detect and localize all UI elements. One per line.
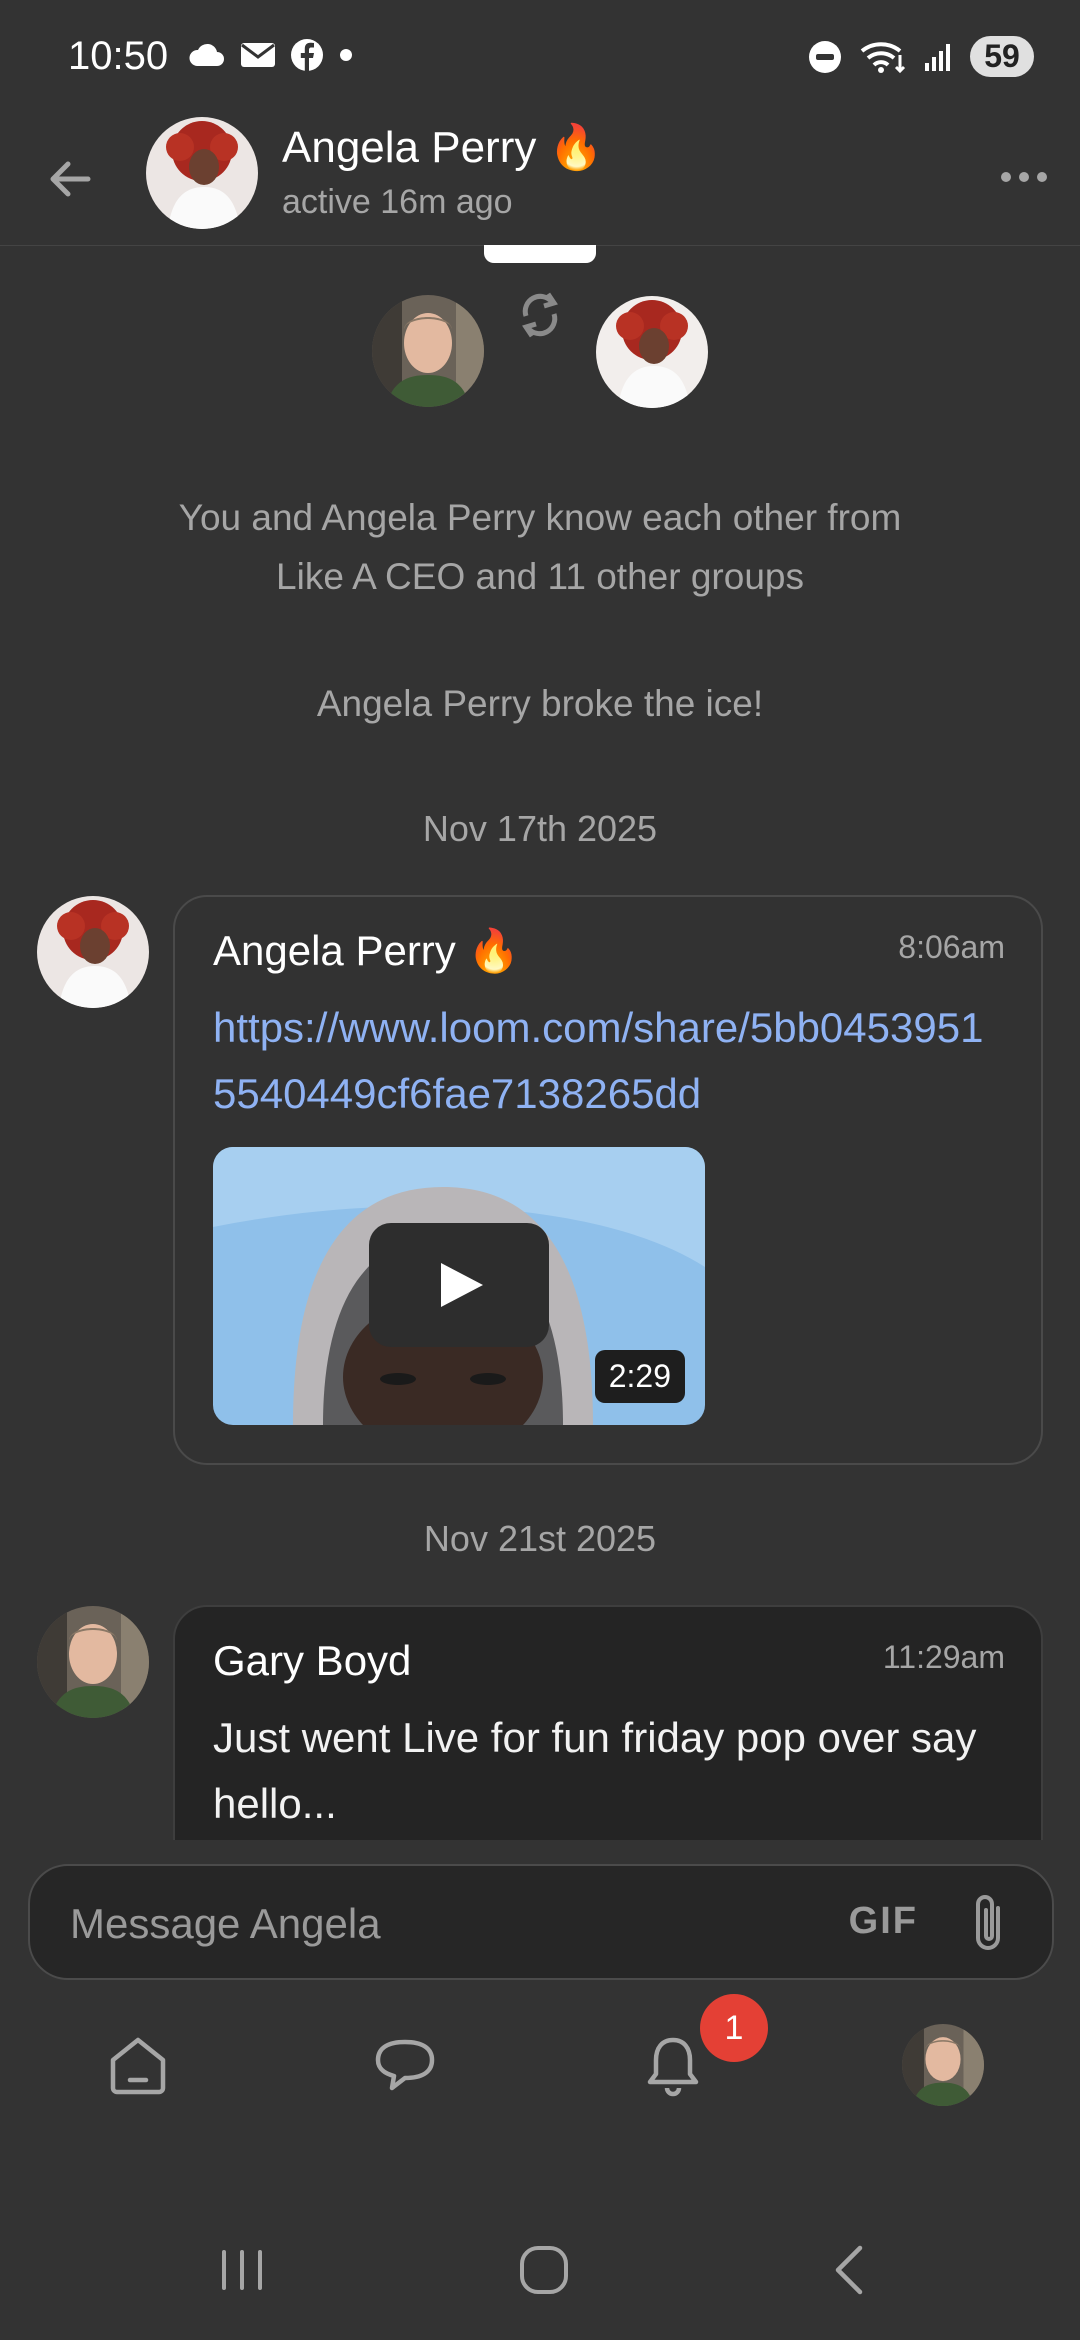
message-bubble: Angela Perry 🔥 8:06am https://www.loom.c…: [173, 895, 1043, 1465]
back-arrow-icon[interactable]: [40, 149, 100, 209]
message-link[interactable]: https://www.loom.com/share/5bb0453951554…: [213, 995, 1003, 1127]
signal-icon: [925, 43, 950, 71]
system-navigation-bar: [0, 2220, 1080, 2340]
dnd-icon: [809, 40, 841, 73]
date-separator: Nov 17th 2025: [422, 808, 658, 849]
status-icons-right: 59: [808, 36, 1034, 77]
contact-avatar-intro: [596, 296, 708, 408]
contact-avatar[interactable]: [146, 117, 258, 229]
shared-groups-line1: You and Angela Perry know each other fro…: [178, 497, 902, 538]
battery-level: 59: [970, 36, 1034, 77]
composer-bar: Message Angela GIF: [0, 1840, 1080, 1980]
my-avatar: [372, 295, 484, 407]
play-button[interactable]: [369, 1223, 549, 1347]
sync-icon: [522, 292, 558, 338]
home-icon[interactable]: [103, 2030, 173, 2100]
more-options-icon[interactable]: [994, 157, 1054, 197]
gif-button[interactable]: GIF: [849, 1900, 918, 1943]
shared-groups-text: You and Angela Perry know each other fro…: [0, 488, 1080, 606]
scroll-indicator: [484, 245, 596, 263]
conversation-header: Angela Perry 🔥 active 16m ago: [0, 115, 1080, 246]
video-thumbnail[interactable]: 2:29: [213, 1147, 705, 1425]
message-author: Angela Perry 🔥: [213, 927, 520, 974]
back-system-icon[interactable]: [820, 2238, 880, 2302]
video-duration: 2:29: [594, 1350, 685, 1403]
date-separator: Nov 21st 2025: [423, 1518, 657, 1559]
message-time: 8:06am: [898, 929, 1005, 965]
mail-icon: [241, 43, 275, 67]
status-bar: 10:50 59: [0, 0, 1080, 120]
icebreaker-text: Angela Perry broke the ice!: [316, 683, 764, 724]
recent-apps-icon[interactable]: [212, 2240, 272, 2300]
message-text: Just went Live for fun friday pop over s…: [213, 1714, 977, 1827]
dot-icon: [340, 49, 352, 61]
home-system-icon[interactable]: [512, 2238, 576, 2302]
message-author: Gary Boyd: [213, 1637, 412, 1684]
profile-avatar[interactable]: [902, 2024, 984, 2106]
notification-badge: 1: [700, 1994, 768, 2062]
chat-icon[interactable]: [370, 2030, 440, 2100]
message-input-placeholder: Message Angela: [70, 1900, 381, 1947]
cloud-icon: [189, 43, 224, 66]
message-avatar-angela[interactable]: [37, 896, 149, 1008]
contact-name: Angela Perry 🔥: [282, 123, 604, 172]
status-time: 10:50: [68, 34, 169, 78]
message-time: 11:29am: [882, 1639, 1005, 1675]
notifications-bell-icon[interactable]: [638, 2030, 708, 2100]
shared-groups-line2: Like A CEO and 11 other groups: [276, 556, 804, 597]
facebook-icon: [291, 39, 323, 71]
wifi-icon: [860, 41, 906, 73]
contact-activity-status: active 16m ago: [282, 183, 513, 221]
message-input[interactable]: Message Angela GIF: [28, 1864, 1054, 1980]
attachment-icon[interactable]: [968, 1892, 1012, 1956]
status-icons-left: [188, 38, 354, 72]
message-avatar-gary[interactable]: [37, 1606, 149, 1718]
